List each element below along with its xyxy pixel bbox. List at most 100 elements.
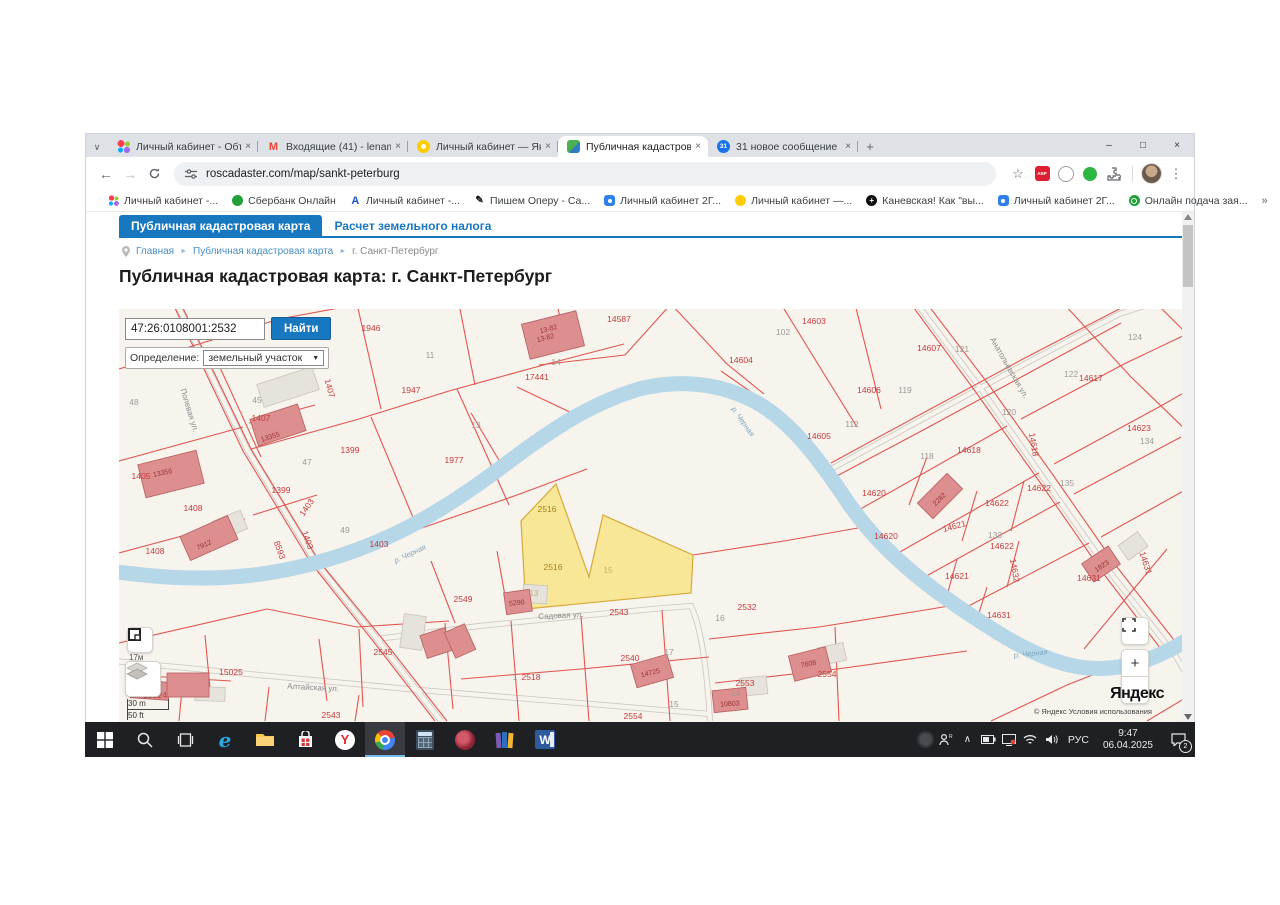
wifi-icon[interactable] [1020, 722, 1041, 757]
browser-tab[interactable]: Публичная кадастровая карт× [558, 136, 708, 157]
browser-tab[interactable]: Личный кабинет — Яндекс.Н× [408, 136, 558, 157]
scroll-down-arrow[interactable] [1184, 714, 1192, 720]
folder-icon [255, 732, 275, 748]
bookmark-item[interactable]: Личный кабинет —... [735, 195, 852, 207]
bookmark-item[interactable]: Сбербанк Онлайн [232, 195, 336, 207]
tab-title: 31 новое сообщение [736, 141, 841, 153]
map-label: 14623 [1127, 423, 1151, 433]
tab-public-cadastral-map[interactable]: Публичная кадастровая карта [119, 215, 322, 238]
back-button[interactable]: ← [94, 162, 118, 186]
taskbar-clock[interactable]: 9:47 06.04.2025 [1095, 728, 1161, 752]
new-tab-button[interactable]: + [858, 136, 882, 157]
chrome-button[interactable] [365, 722, 405, 757]
browser-tab[interactable]: Личный кабинет - Объявлени× [108, 136, 258, 157]
yandex-logo[interactable]: Яндекс [1110, 685, 1164, 703]
tray-expand-chevron-icon[interactable]: ∧ [957, 722, 978, 757]
calculator-button[interactable] [405, 722, 445, 757]
language-indicator[interactable]: РУС [1062, 734, 1095, 746]
map-label: 1407 [323, 378, 338, 399]
tray-faded-app-icon[interactable] [915, 722, 936, 757]
fullscreen-button[interactable] [1121, 617, 1149, 645]
tab-close-icon[interactable]: × [391, 141, 408, 152]
tab-search-chevron-icon[interactable]: ∨ [86, 137, 108, 157]
map-label: Алтайская ул. [287, 682, 339, 694]
site-settings-icon[interactable] [184, 168, 198, 180]
bookmark-star-icon[interactable]: ☆ [1008, 164, 1028, 184]
chrome-icon [375, 730, 395, 750]
bookmarks-container: Личный кабинет -... Сбербанк Онлайн AЛичны… [108, 195, 1262, 207]
maximize-button[interactable]: □ [1126, 140, 1160, 151]
map-label: 14 [551, 357, 561, 367]
map-label: 2545 [374, 647, 393, 657]
edge-icon: e [219, 728, 232, 752]
bookmark-item[interactable]: AЛичный кабинет -... [350, 195, 460, 207]
people-icon[interactable]: R [936, 722, 957, 757]
tab-land-tax-calc[interactable]: Расчет земельного налога [322, 215, 503, 238]
bookmarks-overflow-chevron[interactable]: » [1262, 195, 1268, 207]
scroll-up-arrow[interactable] [1184, 214, 1192, 220]
browser-window: ∨ Личный кабинет - Объявлени×MВходящие (… [85, 133, 1195, 722]
forward-button[interactable]: → [118, 162, 142, 186]
winrar-button[interactable] [485, 722, 525, 757]
browser-tab[interactable]: MВходящие (41) - lenamu@gma× [258, 136, 408, 157]
minimize-button[interactable]: – [1092, 140, 1126, 151]
browser-tab[interactable]: 3131 новое сообщение× [708, 136, 858, 157]
map-label: 17 [664, 647, 674, 657]
tab-close-icon[interactable]: × [541, 141, 558, 152]
layers-button[interactable] [125, 661, 161, 697]
scrollbar-thumb[interactable] [1183, 225, 1193, 287]
start-button[interactable] [85, 722, 125, 757]
word-button[interactable]: W [525, 722, 565, 757]
bookmark-item[interactable]: ✎Пишем Оперу - Са... [474, 195, 590, 207]
search-submit-button[interactable]: Найти [271, 317, 331, 340]
avito-icon [117, 140, 130, 153]
map-label: 1407 [252, 413, 271, 423]
adblock-extension-icon[interactable]: ABP [1032, 164, 1052, 184]
reload-button[interactable] [142, 162, 166, 186]
zoom-in-button[interactable]: + [1121, 649, 1149, 677]
map-label: 2554 [818, 669, 837, 679]
definition-label: Определение: [130, 352, 199, 364]
scale-imperial: 50 ft [127, 710, 158, 720]
browser-menu-icon[interactable]: ⋮ [1166, 164, 1186, 184]
speaker-icon[interactable] [1041, 722, 1062, 757]
terms-link[interactable]: Условия использования [1069, 707, 1152, 716]
reload-icon [148, 167, 161, 180]
page-scrollbar[interactable] [1182, 212, 1194, 722]
close-button[interactable]: × [1160, 140, 1194, 151]
map-label: 2543 [610, 607, 629, 617]
breadcrumb-map[interactable]: Публичная кадастровая карта [193, 246, 333, 257]
breadcrumb-home[interactable]: Главная [136, 246, 174, 257]
cadastral-number-input[interactable] [125, 318, 265, 340]
tab-close-icon[interactable]: × [841, 141, 858, 152]
red-app-button[interactable] [445, 722, 485, 757]
map-label: 8593 [272, 539, 288, 560]
address-bar[interactable]: roscadaster.com/map/sankt-peterburg [174, 162, 996, 186]
file-explorer-button[interactable] [245, 722, 285, 757]
bookmark-item[interactable]: Личный кабинет 2Г... [998, 195, 1115, 207]
profile-avatar[interactable] [1141, 163, 1162, 184]
action-center-button[interactable]: 2 [1161, 722, 1195, 757]
cadastral-map[interactable]: 1946194719771744114587146031460414605146… [119, 309, 1182, 722]
url-text[interactable]: roscadaster.com/map/sankt-peterburg [206, 168, 400, 180]
window-controls: – □ × [1092, 134, 1194, 157]
tab-close-icon[interactable]: × [241, 141, 258, 152]
bookmark-item[interactable]: Личный кабинет 2Г... [604, 195, 721, 207]
bookmark-item[interactable]: Личный кабинет -... [108, 195, 218, 207]
whatsapp-extension-icon[interactable] [1080, 164, 1100, 184]
taskbar-search-button[interactable] [125, 722, 165, 757]
display-alert-icon[interactable] [999, 722, 1020, 757]
definition-select[interactable]: земельный участок ▼ [203, 350, 324, 366]
bookmark-item[interactable]: Онлайн подача зая... [1129, 195, 1248, 207]
yandex-browser-button[interactable]: Y [325, 722, 365, 757]
bookmark-item[interactable]: +Каневская! Как "вы... [866, 195, 984, 207]
tab-close-icon[interactable]: × [691, 141, 708, 152]
tab-strip: ∨ Личный кабинет - Объявлени×MВходящие (… [86, 134, 1194, 157]
task-view-button[interactable] [165, 722, 205, 757]
measure-area-button[interactable] [127, 627, 153, 653]
ms-store-button[interactable] [285, 722, 325, 757]
edge-button[interactable]: e [205, 722, 245, 757]
globe-extension-icon[interactable] [1056, 164, 1076, 184]
extensions-puzzle-icon[interactable] [1104, 164, 1124, 184]
toolbar-separator [1132, 166, 1133, 182]
